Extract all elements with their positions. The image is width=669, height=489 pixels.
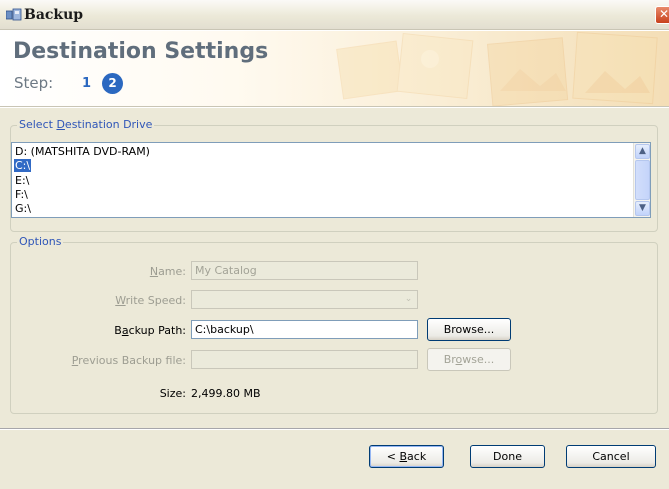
name-label: Name: [149, 265, 186, 278]
drive-item-d[interactable]: D: (MATSHITA DVD-RAM) [14, 145, 151, 158]
page-title: Destination Settings [13, 39, 269, 64]
chevron-down-icon: ▼ [639, 203, 646, 213]
drive-listbox[interactable]: D: (MATSHITA DVD-RAM) C:\ E:\ F:\ G:\ ▲ … [11, 142, 651, 218]
step-2-indicator-active: 2 [102, 73, 123, 94]
chevron-up-icon: ▲ [639, 146, 646, 156]
size-value: 2,499.80 MB [191, 387, 261, 400]
close-button[interactable]: ✕ [655, 6, 669, 24]
options-legend: Options [17, 235, 64, 248]
drive-list-scrollbar[interactable]: ▲ ▼ [633, 143, 650, 217]
drive-item-g[interactable]: G:\ [14, 202, 32, 215]
close-icon: ✕ [658, 7, 669, 21]
step-1-indicator: 1 [82, 76, 92, 91]
catalog-name-field[interactable]: My Catalog [191, 261, 418, 280]
chevron-down-icon: ⌄ [404, 294, 413, 304]
window-title: Backup [24, 7, 84, 23]
browse-backup-path-button[interactable]: Browse... [427, 318, 511, 341]
done-button[interactable]: Done [470, 445, 545, 468]
destination-drive-legend: Select Destination Drive [17, 118, 155, 131]
step-label: Step: [14, 74, 54, 92]
backup-path-field[interactable]: C:\backup\ [191, 320, 418, 339]
browse-previous-backup-button[interactable]: Browse... [427, 348, 511, 371]
drive-item-f[interactable]: F:\ [14, 188, 29, 201]
wizard-header: Destination Settings Step: 1 2 [0, 31, 669, 107]
title-bar: Backup ✕ [0, 0, 669, 30]
main-panel: Select Destination Drive D: (MATSHITA DV… [0, 108, 669, 428]
drive-item-e[interactable]: E:\ [14, 174, 30, 187]
scroll-down-button[interactable]: ▼ [635, 201, 650, 216]
wizard-footer: < Back Done Cancel [0, 430, 669, 489]
scroll-up-button[interactable]: ▲ [635, 144, 650, 159]
write-speed-dropdown[interactable]: ⌄ [191, 290, 418, 309]
write-speed-label: Write Speed: [115, 294, 186, 307]
back-button[interactable]: < Back [369, 445, 444, 468]
previous-backup-file-label: Previous Backup file: [71, 354, 186, 367]
cancel-button[interactable]: Cancel [566, 445, 656, 468]
size-label: Size: [159, 387, 186, 400]
scroll-thumb[interactable] [635, 160, 650, 200]
drive-item-c-selected[interactable]: C:\ [14, 159, 32, 172]
previous-backup-file-field[interactable] [191, 350, 418, 369]
backup-path-label: Backup Path: [114, 324, 186, 337]
backup-app-icon [6, 8, 22, 21]
